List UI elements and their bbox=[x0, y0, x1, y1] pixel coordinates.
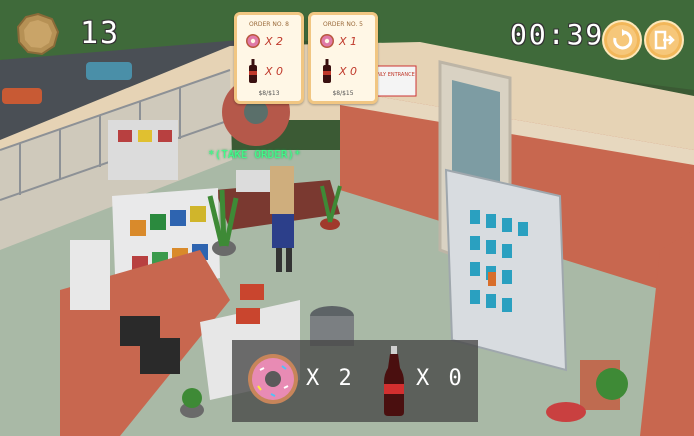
display-case bbox=[70, 240, 110, 310]
entrance-sign-text: ONLY ENTRANCE bbox=[373, 72, 414, 78]
exit-button[interactable] bbox=[644, 20, 684, 60]
restart-button[interactable] bbox=[602, 20, 642, 60]
order-card: ORDER NO. 5 X 1 X 0 $8/$15 bbox=[308, 12, 378, 104]
plant bbox=[596, 368, 628, 400]
order-donut-qty: X 1 bbox=[339, 35, 358, 48]
customer-body bbox=[272, 214, 294, 248]
inventory-donut-qty: X 2 bbox=[306, 366, 355, 391]
cola-icon bbox=[384, 346, 404, 416]
restart-icon bbox=[613, 29, 633, 50]
chair bbox=[546, 402, 586, 422]
order-title: ORDER NO. 5 bbox=[323, 21, 363, 28]
order-card: ORDER NO. 8 X 2 X 0 $8/$13 bbox=[234, 12, 304, 104]
cash-register bbox=[236, 170, 274, 192]
donut-icon bbox=[246, 34, 260, 48]
customer-head bbox=[270, 166, 294, 214]
exit-icon bbox=[654, 30, 675, 50]
inventory-panel: X 2 X 0 bbox=[232, 340, 478, 422]
cola-icon bbox=[323, 59, 331, 83]
coin-count: 13 bbox=[80, 16, 121, 51]
order-donut-qty: X 2 bbox=[265, 35, 284, 48]
cola-icon bbox=[249, 59, 257, 83]
countdown-timer: 00:39 bbox=[510, 18, 605, 51]
wall-shelf bbox=[108, 120, 178, 180]
parked-car bbox=[2, 88, 42, 104]
coffee-machine bbox=[140, 338, 180, 374]
entrance-sign bbox=[371, 65, 417, 97]
inventory-cola-qty: X 0 bbox=[416, 366, 465, 391]
parked-car bbox=[86, 62, 132, 80]
order-price: $8/$13 bbox=[258, 90, 280, 97]
order-cola-qty: X 0 bbox=[339, 65, 358, 78]
order-price: $8/$15 bbox=[332, 90, 354, 97]
coin-icon bbox=[16, 12, 60, 56]
donut-icon bbox=[320, 34, 334, 48]
order-cola-qty: X 0 bbox=[265, 65, 284, 78]
donut-icon bbox=[248, 354, 298, 404]
take-order-label[interactable]: *(TAKE ORDER)* bbox=[208, 148, 301, 161]
order-title: ORDER NO. 8 bbox=[249, 21, 289, 28]
